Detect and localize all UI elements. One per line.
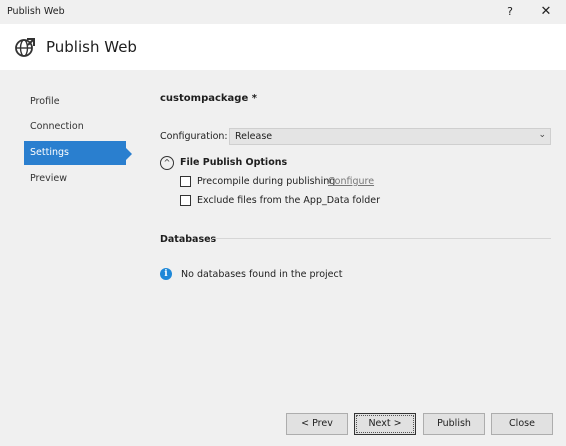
file-publish-options-heading: File Publish Options bbox=[180, 157, 288, 168]
profile-name: custompackage * bbox=[160, 93, 257, 104]
configuration-dropdown[interactable]: Release ⌄ bbox=[229, 128, 551, 145]
configuration-value: Release bbox=[235, 131, 273, 142]
window-title: Publish Web bbox=[7, 6, 65, 17]
precompile-label[interactable]: Precompile during publishing bbox=[197, 176, 335, 187]
close-window-button[interactable]: ✕ bbox=[535, 2, 557, 22]
globe-publish-icon bbox=[15, 38, 35, 57]
chevron-down-icon: ⌄ bbox=[538, 130, 546, 140]
info-icon: i bbox=[160, 268, 172, 280]
header-banner: Publish Web bbox=[0, 24, 566, 70]
nav-item-preview[interactable]: Preview bbox=[24, 167, 126, 191]
nav-item-connection[interactable]: Connection bbox=[24, 115, 126, 139]
section-divider bbox=[212, 238, 551, 239]
nav-item-profile[interactable]: Profile bbox=[24, 90, 126, 114]
close-button[interactable]: Close bbox=[491, 413, 553, 435]
next-button[interactable]: Next > bbox=[354, 413, 416, 435]
no-databases-message: No databases found in the project bbox=[181, 269, 343, 280]
active-nav-arrow bbox=[125, 147, 132, 161]
configuration-label: Configuration: bbox=[160, 131, 228, 142]
help-button[interactable]: ? bbox=[499, 2, 521, 22]
prev-button[interactable]: < Prev bbox=[286, 413, 348, 435]
configure-link[interactable]: Configure bbox=[328, 176, 374, 187]
nav-item-settings[interactable]: Settings bbox=[24, 141, 126, 165]
title-bar: Publish Web ? ✕ bbox=[0, 0, 566, 24]
collapse-expander-button[interactable]: ^ bbox=[160, 156, 174, 170]
wizard-nav: Profile Connection Settings Preview bbox=[0, 70, 135, 380]
page-title: Publish Web bbox=[46, 38, 137, 56]
precompile-checkbox[interactable] bbox=[180, 176, 191, 187]
exclude-app-data-label[interactable]: Exclude files from the App_Data folder bbox=[197, 195, 380, 206]
databases-heading: Databases bbox=[160, 234, 217, 245]
publish-button[interactable]: Publish bbox=[423, 413, 485, 435]
exclude-app-data-checkbox[interactable] bbox=[180, 195, 191, 206]
